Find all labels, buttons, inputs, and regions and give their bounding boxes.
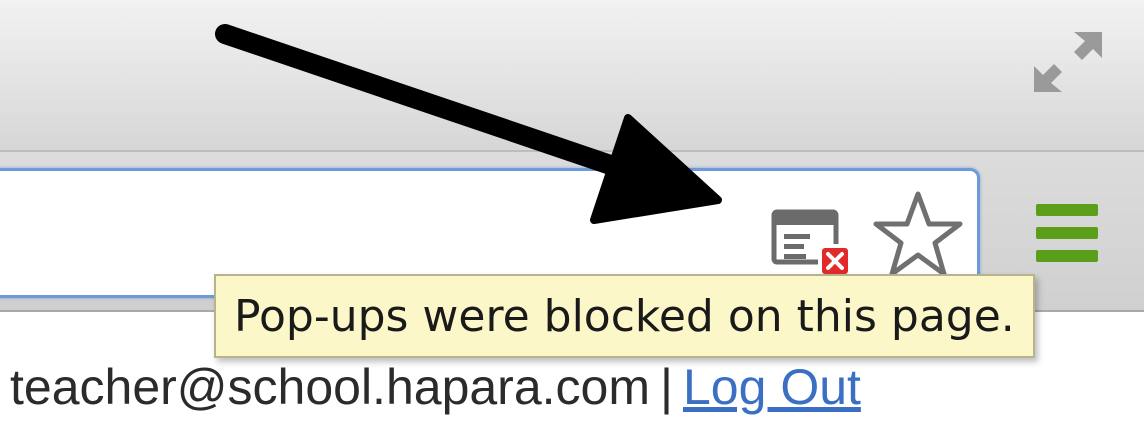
logout-link[interactable]: Log Out <box>683 359 861 415</box>
tooltip-text: Pop-ups were blocked on this page. <box>234 290 1015 342</box>
separator: | <box>660 359 673 415</box>
bookmark-star-icon[interactable] <box>872 190 964 278</box>
hamburger-menu-icon[interactable] <box>1032 200 1102 266</box>
popup-blocked-tooltip: Pop-ups were blocked on this page. <box>214 274 1035 358</box>
user-account-line: teacher@school.hapara.com | Log Out <box>10 358 861 416</box>
browser-window: teacher@school.hapara.com | Log Out Pop-up… <box>0 0 1144 437</box>
browser-titlebar <box>0 0 1144 150</box>
fullscreen-icon[interactable] <box>1030 28 1106 96</box>
user-email: teacher@school.hapara.com <box>10 359 650 415</box>
popup-blocked-icon[interactable] <box>770 206 856 276</box>
